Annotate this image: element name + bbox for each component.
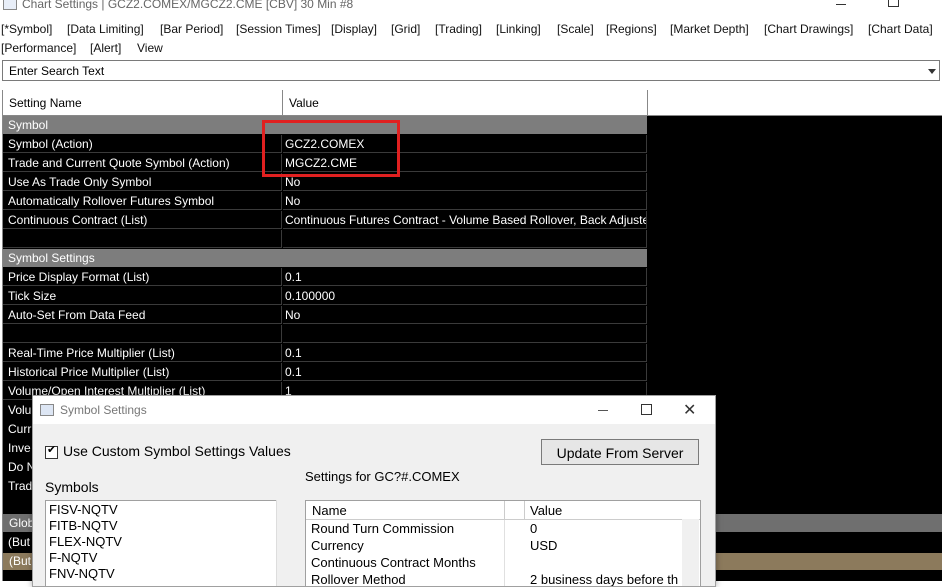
setting-name: Historical Price Multiplier (List): [3, 363, 282, 381]
maximize-icon[interactable]: [641, 404, 652, 415]
setting-value[interactable]: 0.1: [283, 268, 647, 286]
list-item[interactable]: FISV-NQTV: [49, 502, 118, 518]
table-header: Name Value: [306, 501, 700, 520]
tab-bar-period[interactable]: [Bar Period]: [160, 22, 223, 36]
window-app-icon: [3, 0, 17, 10]
tab-grid[interactable]: [Grid]: [391, 22, 420, 36]
column-header-value[interactable]: Value: [283, 90, 648, 115]
search-box: [2, 60, 940, 81]
grid-header: Setting Name Value: [3, 90, 942, 116]
table-row-partial[interactable]: Inve: [3, 439, 31, 457]
minimize-icon[interactable]: [598, 410, 608, 411]
tab-symbol[interactable]: [*Symbol]: [1, 22, 52, 36]
checkmark-icon: ✔: [47, 444, 57, 456]
window-title-bar: Chart Settings | GCZ2.COMEX/MGCZ2.CME [C…: [0, 0, 942, 12]
setting-value[interactable]: 0.1: [283, 344, 647, 362]
column-header-name[interactable]: Name: [312, 503, 347, 518]
blank-row: [3, 325, 647, 344]
tab-view[interactable]: View: [137, 41, 163, 55]
setting-name: Automatically Rollover Futures Symbol: [3, 192, 282, 210]
blank-row: [3, 230, 647, 249]
table-row[interactable]: Trade and Current Quote Symbol (Action) M…: [3, 154, 647, 173]
setting-name: Trade and Current Quote Symbol (Action): [3, 154, 282, 172]
tab-data-limiting[interactable]: [Data Limiting]: [67, 22, 144, 36]
table-row[interactable]: Round Turn Commission 0: [306, 520, 700, 537]
table-row[interactable]: Continuous Contract (List) Continuous Fut…: [3, 211, 647, 230]
setting-name: Price Display Format (List): [3, 268, 282, 286]
setting-value[interactable]: 0.100000: [283, 287, 647, 305]
table-row[interactable]: Real-Time Price Multiplier (List) 0.1: [3, 344, 647, 363]
setting-value[interactable]: No: [283, 173, 647, 191]
tab-trading[interactable]: [Trading]: [435, 22, 482, 36]
custom-settings-checkbox[interactable]: ✔: [45, 444, 58, 459]
table-row-partial[interactable]: Volu: [3, 401, 31, 419]
custom-settings-label[interactable]: Use Custom Symbol Settings Values: [63, 443, 291, 459]
list-item[interactable]: FNV-NQTV: [49, 566, 115, 582]
tab-display[interactable]: [Display]: [331, 22, 377, 36]
settings-for-label: Settings for GC?#.COMEX: [305, 469, 460, 484]
list-item[interactable]: F-NQTV: [49, 550, 97, 566]
maximize-icon[interactable]: [888, 0, 899, 7]
button-row[interactable]: (But: [3, 533, 30, 551]
tab-regions[interactable]: [Regions]: [606, 22, 657, 36]
setting-name: Tick Size: [3, 287, 282, 305]
tab-performance[interactable]: [Performance]: [1, 41, 76, 55]
setting-value[interactable]: GCZ2.COMEX: [283, 135, 647, 153]
minimize-icon[interactable]: [836, 4, 846, 5]
setting-name: Auto-Set From Data Feed: [3, 306, 282, 324]
table-row-partial[interactable]: Trad: [3, 477, 32, 495]
search-input[interactable]: [9, 63, 909, 78]
list-item[interactable]: FITB-NQTV: [49, 518, 118, 534]
group-header-symbol[interactable]: Symbol: [3, 116, 647, 134]
setting-value[interactable]: MGCZ2.CME: [283, 154, 647, 172]
column-header-value[interactable]: Value: [530, 503, 562, 518]
tab-session-times[interactable]: [Session Times]: [236, 22, 321, 36]
symbols-list[interactable]: FISV-NQTV FITB-NQTV FLEX-NQTV F-NQTV FNV…: [45, 500, 292, 586]
tab-linking[interactable]: [Linking]: [496, 22, 541, 36]
table-row-partial[interactable]: Do N: [3, 458, 35, 476]
list-item[interactable]: FLEX-NQTV: [49, 534, 122, 550]
symbol-settings-dialog: Symbol Settings ✕ ✔ Use Custom Symbol Se…: [32, 395, 716, 587]
setting-name: Symbol (Action): [3, 135, 282, 153]
tab-chart-drawings[interactable]: [Chart Drawings]: [764, 22, 853, 36]
table-row[interactable]: Automatically Rollover Futures Symbol No: [3, 192, 647, 211]
table-row[interactable]: Historical Price Multiplier (List) 0.1: [3, 363, 647, 382]
table-row[interactable]: Use As Trade Only Symbol No: [3, 173, 647, 192]
symbol-settings-table: Name Value Round Turn Commission 0 Curren…: [305, 500, 701, 586]
update-from-server-button[interactable]: Update From Server: [541, 439, 699, 465]
symbols-label: Symbols: [45, 479, 99, 495]
setting-name: Use As Trade Only Symbol: [3, 173, 282, 191]
dialog-title: Symbol Settings: [60, 403, 147, 417]
table-row[interactable]: Price Display Format (List) 0.1: [3, 268, 647, 287]
column-header-setting-name[interactable]: Setting Name: [3, 90, 283, 115]
table-row-partial[interactable]: Curr: [3, 420, 31, 438]
dialog-title-bar: Symbol Settings ✕: [33, 396, 715, 424]
chevron-down-icon[interactable]: [925, 61, 939, 80]
table-row[interactable]: Auto-Set From Data Feed No: [3, 306, 647, 325]
table-row[interactable]: Rollover Method 2 business days before th: [306, 571, 700, 586]
tab-scale[interactable]: [Scale]: [557, 22, 594, 36]
setting-name: Continuous Contract (List): [3, 211, 282, 229]
tab-chart-data[interactable]: [Chart Data]: [868, 22, 933, 36]
window-title: Chart Settings | GCZ2.COMEX/MGCZ2.CME [C…: [22, 0, 354, 11]
setting-value[interactable]: Continuous Futures Contract - Volume Bas…: [283, 211, 647, 229]
setting-name: Real-Time Price Multiplier (List): [3, 344, 282, 362]
setting-value[interactable]: No: [283, 192, 647, 210]
close-icon[interactable]: ✕: [683, 400, 696, 420]
table-row[interactable]: Currency USD: [306, 537, 700, 554]
table-row[interactable]: Symbol (Action) GCZ2.COMEX: [3, 135, 647, 154]
table-row[interactable]: Continuous Contract Months: [306, 554, 700, 571]
setting-value[interactable]: 0.1: [283, 363, 647, 381]
tab-market-depth[interactable]: [Market Depth]: [670, 22, 749, 36]
group-header-symbol-settings[interactable]: Symbol Settings: [3, 249, 647, 267]
symbols-scrollbar[interactable]: [276, 500, 292, 586]
table-row[interactable]: Tick Size 0.100000: [3, 287, 647, 306]
dialog-app-icon: [40, 404, 54, 416]
setting-value[interactable]: No: [283, 306, 647, 324]
tab-alert[interactable]: [Alert]: [90, 41, 121, 55]
table-scrollbar[interactable]: [682, 519, 699, 586]
